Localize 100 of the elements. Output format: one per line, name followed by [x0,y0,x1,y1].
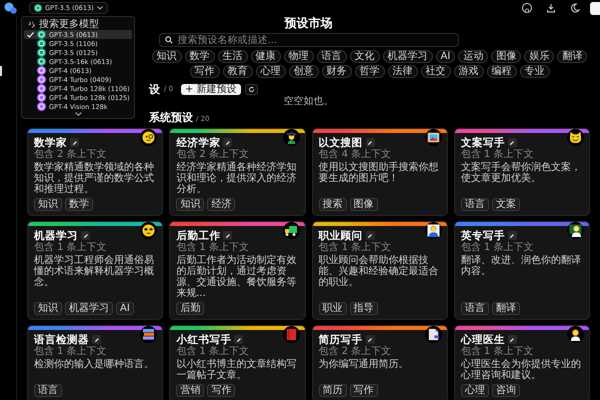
tag-filter[interactable]: 图像 [491,50,522,63]
section-title: 系统预设 [149,110,193,125]
card-description: 经济学家精通各种经济学知识和理论，提供深入的经济分析。 [176,162,298,195]
card-tag: 语言 [34,384,62,397]
tag-filter[interactable]: 健康 [250,50,281,63]
card-tag: 知识 [34,198,62,211]
preset-card[interactable]: 英专写手 包含 1 条上下文 翻译、改进、润色你的翻译内容。 语言 翻译 [454,221,590,320]
edit-button[interactable] [223,138,232,147]
preset-card[interactable]: 语言检测器 包含 1 条上下文 检测你的输入是哪种语言。 语言 [27,325,164,400]
tag-filter[interactable]: 数学 [184,50,215,63]
card-tag: 语言 [460,302,489,315]
tag-filter[interactable]: 生活 [218,50,248,63]
preset-card[interactable]: 心理医生 包含 1 条上下文 心理医生会为你提供专业的心理咨询和建议。 心理 咨询 [454,325,590,400]
tag-filter[interactable]: 社交 [420,65,450,78]
edit-button[interactable] [508,231,517,240]
tag-filter[interactable]: 教育 [222,65,252,78]
context-count: 包含 1 条上下文 [34,346,108,358]
context-count: 包含 2 条上下文 [318,346,392,358]
tag-filter[interactable]: 编程 [486,65,516,78]
glasses-face-icon [140,222,158,239]
pencil-icon [509,140,516,146]
tag-filter[interactable]: 娱乐 [524,50,554,63]
moon-icon[interactable] [570,3,580,13]
edit-button[interactable] [234,335,244,344]
tag-filter[interactable]: 创意 [288,65,318,78]
context-count: 包含 1 条上下文 [318,242,392,254]
tag-filter[interactable]: 语言 [316,50,347,63]
tag-filter[interactable]: 文化 [350,50,380,63]
tag-filter[interactable]: 翻译 [557,50,588,63]
page-title: 预设市场 [284,16,332,31]
tag-filter[interactable]: 运动 [458,50,488,63]
card-tag: 数学 [65,198,93,211]
tag-filter[interactable]: 知识 [152,50,182,63]
tag-filter[interactable]: 财务 [322,65,352,78]
card-description: 以小红书博主的文章结构写一篇帖子文章。 [176,359,298,381]
pencil-icon [367,232,373,238]
card-title: 简历写手 [318,332,362,346]
download-icon[interactable] [546,3,556,13]
pencil-icon [236,336,242,342]
card-tag: 咨询 [492,384,520,397]
user-button[interactable] [590,2,600,14]
preset-card[interactable]: 职业顾问 包含 1 条上下文 职业顾问会帮助你根据技能、兴趣和经验确定最适合的职业。 职业 指导 [312,221,448,320]
card-tag: 知识 [34,302,62,315]
context-count: 包含 2 条上下文 [176,149,250,161]
card-title: 小红书写手 [176,332,232,346]
edit-button[interactable] [366,138,374,147]
tag-filter[interactable]: 写作 [190,65,220,78]
card-tag: 职业 [318,302,346,315]
preset-card[interactable]: 机器学习 包含 1 条上下文 机器学习工程师会用通俗易懂的术语来解释机器学习概念。 知识 机器学习 AI [27,221,164,320]
tag-filter[interactable]: 专业 [520,65,550,78]
card-tag: 指导 [350,302,378,315]
pencil-icon [509,336,516,342]
edit-button[interactable] [92,335,101,344]
preset-card[interactable]: 简历写手 包含 2 条上下文 为你编写通用简历。 简历 写作 [312,325,448,400]
tag-filter[interactable]: AI [436,50,456,63]
section-title: 设 [149,82,160,96]
preset-card[interactable]: 后勤工作 包含 1 条上下文 后勤工作者为活动制定有效的后勤计划，通过考虑资源、交通设施、餐饮服务等来规... 后勤 [169,221,306,320]
card-tag: 写作 [207,384,236,397]
chevron-down-icon[interactable] [74,112,82,116]
preset-card[interactable]: 文案写手 包含 1 条上下文 文案写手会帮你润色文案，使文章更加优美。 语言 文案 [454,128,590,216]
tag-filter[interactable]: 机器学习 [382,50,433,63]
preset-card[interactable]: 小红书写手 包含 1 条上下文 以小红书博主的文章结构写一篇帖子文章。 营销 写作 [169,325,306,400]
edit-button[interactable] [81,231,90,240]
new-preset-button[interactable]: + 新建预设 [181,84,241,94]
tag-filter[interactable]: 游戏 [454,65,484,78]
card-tag: 后勤 [176,302,204,315]
card-tag: 图像 [350,198,378,211]
card-description: 使用以文搜图助手搜索你想要生成的图片吧！ [318,162,440,184]
bubbles-logo-icon [4,2,17,14]
search-field[interactable]: 搜索预设名称或描述... [158,33,458,47]
context-count: 包含 1 条上下文 [460,149,534,161]
card-title: 文案写手 [460,136,505,148]
caret-icon [96,6,103,10]
circle-logo-icon[interactable] [522,3,532,13]
empty-message: 空空如也。 [284,96,334,108]
preset-card[interactable]: 数学家 包含 2 条上下文 数学家精通数学领域的各种知识，提供严谨的数学公式和推理过程。 知识 数学 [27,128,164,216]
tag-filter[interactable]: 法律 [388,65,418,78]
edit-button[interactable] [508,335,517,344]
card-description: 翻译、改进、润色你的翻译内容。 [460,255,582,277]
card-description: 为你编写通用简历。 [318,359,410,370]
truck-icon [282,222,300,239]
pencil-icon [94,336,100,342]
preset-card[interactable]: 以文搜图 包含 4 条上下文 使用以文搜图助手搜索你想要生成的图片吧！ 搜索 图像 [312,128,448,216]
card-title: 经济学家 [176,136,220,148]
edit-button[interactable] [70,138,79,147]
card-title: 职业顾问 [318,228,362,242]
teacher-icon [567,222,584,239]
preset-card[interactable]: 经济学家 包含 2 条上下文 经济学家精通各种经济学知识和理论，提供深入的经济分析。 知识 经济 [169,128,306,216]
pencil-icon [367,336,373,342]
nav-indicator [0,66,2,76]
refresh-button[interactable] [244,84,258,94]
edit-button[interactable] [366,335,374,344]
books-icon [140,326,158,343]
edit-button[interactable] [223,231,232,240]
tag-filter[interactable]: 心理 [256,65,286,78]
tag-filter[interactable]: 物理 [284,50,314,63]
card-tag: 写作 [350,384,378,397]
edit-button[interactable] [508,138,517,147]
tag-filter[interactable]: 哲学 [354,65,384,78]
edit-button[interactable] [366,231,374,240]
